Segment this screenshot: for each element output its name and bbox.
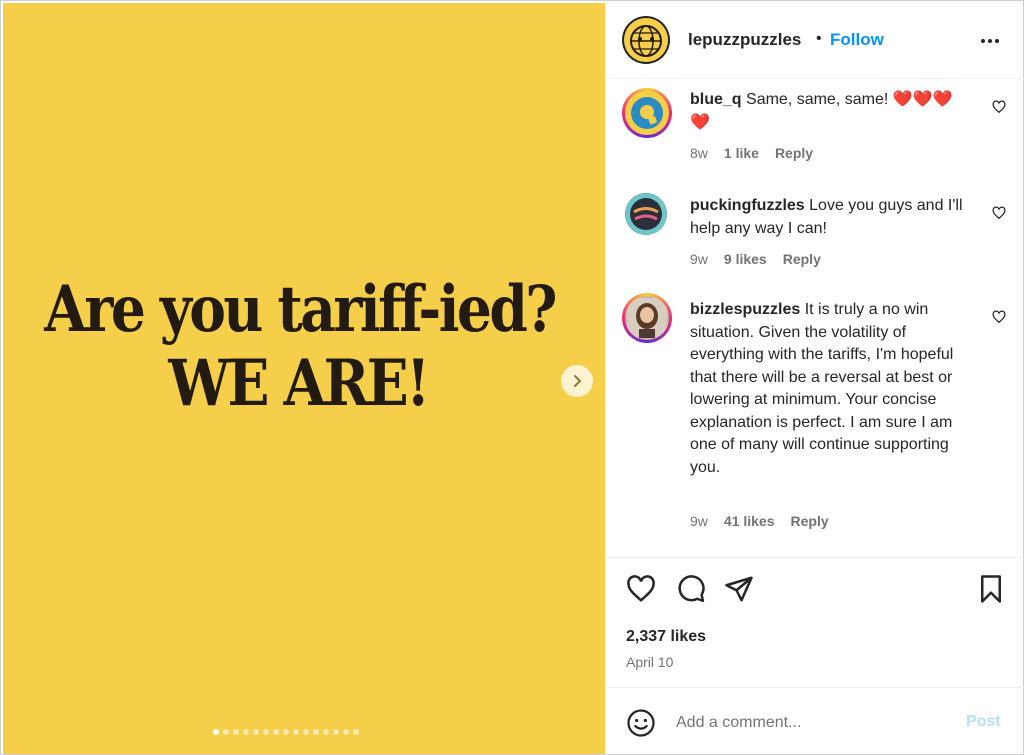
comment-heart-icon[interactable] xyxy=(992,100,1006,114)
comment-heart-icon[interactable] xyxy=(992,310,1006,324)
carousel-indicator xyxy=(213,729,359,735)
comment-icon[interactable] xyxy=(676,574,706,604)
heart-icon[interactable] xyxy=(626,574,656,604)
carousel-dot xyxy=(313,729,319,735)
more-horizontal-icon[interactable] xyxy=(978,33,1002,49)
globe-bear-logo-icon xyxy=(630,25,662,57)
commenter-avatar[interactable] xyxy=(622,293,672,343)
carousel-next-button[interactable] xyxy=(561,365,593,397)
bookmark-icon[interactable] xyxy=(976,574,1006,604)
comment-heart-icon[interactable] xyxy=(992,206,1006,220)
pucking-fuzzles-logo-icon xyxy=(625,193,667,235)
comment-username[interactable]: bizzlespuzzles xyxy=(690,301,800,318)
carousel-dot xyxy=(333,729,339,735)
carousel-dot xyxy=(233,729,239,735)
carousel-dot xyxy=(323,729,329,735)
comment-likes[interactable]: 1 like xyxy=(724,145,759,161)
person-photo-icon xyxy=(627,298,667,338)
headline-line-1: Are you tariff-ied? xyxy=(44,272,557,347)
post-actions: 2,337 likes April 10 xyxy=(606,557,1024,687)
carousel-dot xyxy=(253,729,259,735)
comment-meta: 8w 1 like Reply xyxy=(690,145,813,161)
header-separator: • xyxy=(816,30,822,47)
follow-button[interactable]: Follow xyxy=(830,30,884,50)
carousel-dot xyxy=(263,729,269,735)
commenter-avatar[interactable] xyxy=(622,88,672,138)
commenter-avatar[interactable] xyxy=(625,193,667,235)
comment-username[interactable]: puckingfuzzles xyxy=(690,197,805,214)
instagram-post-window: Are you tariff-ied? WE ARE! lepuzzpuzzle… xyxy=(0,0,1024,755)
comment-username[interactable]: blue_q xyxy=(690,91,742,108)
carousel-dot xyxy=(273,729,279,735)
comment-message: It is truly a no win situation. Given th… xyxy=(690,301,954,476)
comment-age: 9w xyxy=(690,513,708,529)
carousel-dot xyxy=(343,729,349,735)
blue-q-logo-icon xyxy=(631,97,663,129)
post-button[interactable]: Post xyxy=(966,713,1001,731)
share-icon[interactable] xyxy=(724,574,754,604)
reply-button[interactable]: Reply xyxy=(783,251,821,267)
comment-likes[interactable]: 41 likes xyxy=(724,513,775,529)
comment-meta: 9w 41 likes Reply xyxy=(690,513,829,529)
carousel-dot xyxy=(223,729,229,735)
post-date: April 10 xyxy=(626,654,674,670)
carousel-dot xyxy=(303,729,309,735)
comment-meta: 9w 9 likes Reply xyxy=(690,251,821,267)
chevron-right-icon xyxy=(574,375,581,387)
comment-text: blue_q Same, same, same! ❤️❤️❤️❤️ xyxy=(690,89,970,134)
carousel-dot xyxy=(283,729,289,735)
comment-input[interactable] xyxy=(676,708,946,738)
media-headline: Are you tariff-ied? WE ARE! xyxy=(44,272,557,421)
comment-text: puckingfuzzles Love you guys and I'll he… xyxy=(690,195,970,240)
reply-button[interactable]: Reply xyxy=(775,145,813,161)
carousel-dot xyxy=(213,729,219,735)
carousel-dot xyxy=(293,729,299,735)
likes-count[interactable]: 2,337 likes xyxy=(626,628,706,646)
owner-avatar[interactable] xyxy=(622,16,670,64)
comment-age: 9w xyxy=(690,251,708,267)
emoji-icon[interactable] xyxy=(626,708,656,738)
post-header: lepuzzpuzzles • Follow xyxy=(606,3,1024,79)
headline-line-2: WE ARE! xyxy=(168,346,430,421)
comment-age: 8w xyxy=(690,145,708,161)
post-media: Are you tariff-ied? WE ARE! xyxy=(3,3,605,754)
comment-likes[interactable]: 9 likes xyxy=(724,251,767,267)
post-sidebar: lepuzzpuzzles • Follow blue_q Same, same… xyxy=(605,3,1024,754)
carousel-dot xyxy=(243,729,249,735)
comment-text: bizzlespuzzles It is truly a no win situ… xyxy=(690,299,970,479)
reply-button[interactable]: Reply xyxy=(791,513,829,529)
owner-username[interactable]: lepuzzpuzzles xyxy=(688,30,801,50)
comment-composer: Post xyxy=(606,687,1024,754)
carousel-dot xyxy=(353,729,359,735)
